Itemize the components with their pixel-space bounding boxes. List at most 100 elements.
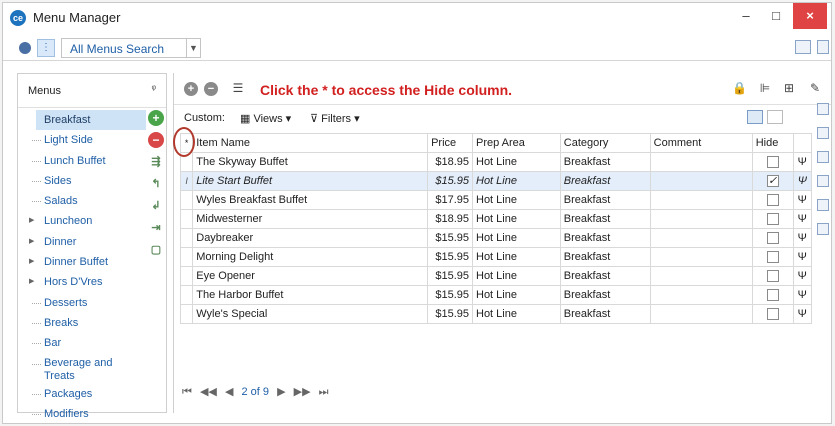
price-cell[interactable]: $15.95 bbox=[427, 285, 473, 305]
utensils-icon[interactable]: Ψ bbox=[792, 209, 813, 229]
side-tool-icon[interactable] bbox=[817, 103, 829, 115]
hide-checkbox[interactable] bbox=[766, 308, 779, 321]
pin-icon[interactable]: ᵠ bbox=[152, 84, 156, 95]
grid-view-icon[interactable] bbox=[747, 110, 763, 124]
hide-checkbox[interactable] bbox=[766, 194, 779, 207]
utensils-icon[interactable]: Ψ bbox=[792, 304, 813, 324]
item-name-cell[interactable]: Lite Start Buffet bbox=[192, 171, 429, 191]
menu-item[interactable]: ▶ Dinner Buffet bbox=[18, 252, 146, 272]
item-name-cell[interactable]: Wyle's Special bbox=[192, 304, 429, 324]
expand-arrow-icon[interactable]: ▶ bbox=[29, 272, 34, 292]
hide-checkbox[interactable] bbox=[766, 232, 779, 245]
side-tool-icon[interactable] bbox=[817, 127, 829, 139]
minimize-button[interactable]: – bbox=[731, 3, 761, 29]
menu-item[interactable]: Salads bbox=[18, 191, 146, 211]
tools-icon[interactable]: ✎ bbox=[807, 81, 823, 97]
comment-cell[interactable] bbox=[649, 304, 753, 324]
first-page-icon[interactable]: ⏮ bbox=[182, 386, 192, 398]
menu-item[interactable]: ▶ Hors D'Vres bbox=[18, 272, 146, 292]
category-cell[interactable]: Breakfast bbox=[559, 152, 651, 172]
prep-area-cell[interactable]: Hot Line bbox=[472, 152, 561, 172]
comment-cell[interactable] bbox=[649, 285, 753, 305]
category-cell[interactable]: Breakfast bbox=[559, 266, 651, 286]
next-record-icon[interactable]: ▶ bbox=[277, 386, 285, 398]
previous-page-icon[interactable]: ◀◀ bbox=[200, 386, 217, 398]
list-icon[interactable]: ☰ bbox=[230, 81, 246, 97]
chevron-down-icon[interactable]: ▼ bbox=[187, 38, 201, 58]
add-item-icon[interactable]: + bbox=[184, 82, 198, 96]
lock-icon[interactable]: 🔒 bbox=[732, 81, 747, 95]
indent-icon[interactable]: ⇶ bbox=[148, 154, 164, 170]
utensils-icon[interactable]: Ψ bbox=[792, 171, 813, 191]
expand-arrow-icon[interactable]: ▶ bbox=[29, 252, 34, 272]
hide-checkbox[interactable] bbox=[766, 289, 779, 302]
item-name-cell[interactable]: Wyles Breakfast Buffet bbox=[192, 190, 429, 210]
last-page-icon[interactable]: ⏭ bbox=[319, 386, 329, 398]
comment-cell[interactable] bbox=[649, 247, 753, 267]
price-cell[interactable]: $15.95 bbox=[427, 304, 473, 324]
hide-checkbox[interactable] bbox=[766, 270, 779, 283]
table-row[interactable]: Midwesterner $18.95 Hot Line Breakfast Ψ bbox=[179, 209, 813, 229]
menu-item[interactable]: ▶ Dinner bbox=[18, 232, 146, 252]
side-tool-icon[interactable] bbox=[817, 151, 829, 163]
comment-cell[interactable] bbox=[649, 171, 753, 191]
prep-area-cell[interactable]: Hot Line bbox=[472, 190, 561, 210]
row-selector[interactable] bbox=[179, 209, 194, 229]
menu-item[interactable]: Breakfast bbox=[36, 110, 146, 131]
utensils-icon[interactable]: Ψ bbox=[792, 190, 813, 210]
menu-item[interactable]: Sides bbox=[18, 171, 146, 191]
utensils-icon[interactable]: Ψ bbox=[792, 247, 813, 267]
table-row[interactable]: Morning Delight $15.95 Hot Line Breakfast Ψ bbox=[179, 247, 813, 267]
row-selector[interactable] bbox=[179, 285, 194, 305]
table-row[interactable]: Eye Opener $15.95 Hot Line Breakfast Ψ bbox=[179, 266, 813, 286]
price-cell[interactable]: $17.95 bbox=[427, 190, 473, 210]
panel-icon[interactable] bbox=[817, 40, 829, 54]
table-row[interactable]: Wyle's Special $15.95 Hot Line Breakfast Ψ bbox=[179, 304, 813, 324]
row-selector[interactable] bbox=[179, 190, 194, 210]
comment-cell[interactable] bbox=[649, 209, 753, 229]
item-name-cell[interactable]: Morning Delight bbox=[192, 247, 429, 267]
table-row[interactable]: Daybreaker $15.95 Hot Line Breakfast Ψ bbox=[179, 228, 813, 248]
expand-arrow-icon[interactable]: ▶ bbox=[29, 232, 34, 252]
category-cell[interactable]: Breakfast bbox=[559, 285, 651, 305]
menu-item[interactable]: ▶ Luncheon bbox=[18, 211, 146, 231]
column-prep-area[interactable]: Prep Area bbox=[472, 133, 561, 153]
column-hide[interactable]: Hide bbox=[751, 133, 794, 153]
price-cell[interactable]: $18.95 bbox=[427, 152, 473, 172]
menu-item[interactable]: Beverage and Treats bbox=[18, 354, 146, 384]
move-up-icon[interactable]: ↰ bbox=[148, 176, 164, 192]
remove-menu-icon[interactable]: − bbox=[148, 132, 164, 148]
maximize-button[interactable]: □ bbox=[761, 3, 791, 29]
views-menu[interactable]: ▦ Views ▾ bbox=[240, 112, 291, 125]
column-comment[interactable]: Comment bbox=[649, 133, 753, 153]
close-button[interactable]: × bbox=[793, 3, 827, 29]
utensils-icon[interactable]: Ψ bbox=[792, 228, 813, 248]
price-cell[interactable]: $18.95 bbox=[427, 209, 473, 229]
remove-item-icon[interactable]: − bbox=[204, 82, 218, 96]
price-cell[interactable]: $15.95 bbox=[427, 171, 473, 191]
preview-icon[interactable]: ▢ bbox=[148, 242, 164, 258]
menu-item[interactable]: Lunch Buffet bbox=[18, 151, 146, 171]
previous-record-icon[interactable]: ◀ bbox=[225, 386, 233, 398]
row-selector[interactable] bbox=[179, 247, 194, 267]
filters-menu[interactable]: ⊽ Filters ▾ bbox=[310, 112, 360, 125]
row-selector[interactable] bbox=[179, 304, 194, 324]
tree-view-icon[interactable]: ⋮ bbox=[37, 39, 55, 57]
side-tool-icon[interactable] bbox=[817, 223, 829, 235]
move-down-icon[interactable]: ↲ bbox=[148, 198, 164, 214]
prep-area-cell[interactable]: Hot Line bbox=[472, 285, 561, 305]
item-name-cell[interactable]: The Harbor Buffet bbox=[192, 285, 429, 305]
category-cell[interactable]: Breakfast bbox=[559, 209, 651, 229]
circle-icon[interactable] bbox=[19, 42, 31, 54]
item-name-cell[interactable]: Daybreaker bbox=[192, 228, 429, 248]
utensils-icon[interactable]: Ψ bbox=[792, 152, 813, 172]
category-cell[interactable]: Breakfast bbox=[559, 304, 651, 324]
price-cell[interactable]: $15.95 bbox=[427, 247, 473, 267]
prep-area-cell[interactable]: Hot Line bbox=[472, 228, 561, 248]
row-selector[interactable] bbox=[179, 228, 194, 248]
table-row[interactable]: The Harbor Buffet $15.95 Hot Line Breakfast… bbox=[179, 285, 813, 305]
column-category[interactable]: Category bbox=[559, 133, 651, 153]
menu-item[interactable]: Packages bbox=[18, 384, 146, 404]
list-view-icon[interactable] bbox=[767, 110, 783, 124]
menu-item[interactable]: Bar bbox=[18, 333, 146, 353]
